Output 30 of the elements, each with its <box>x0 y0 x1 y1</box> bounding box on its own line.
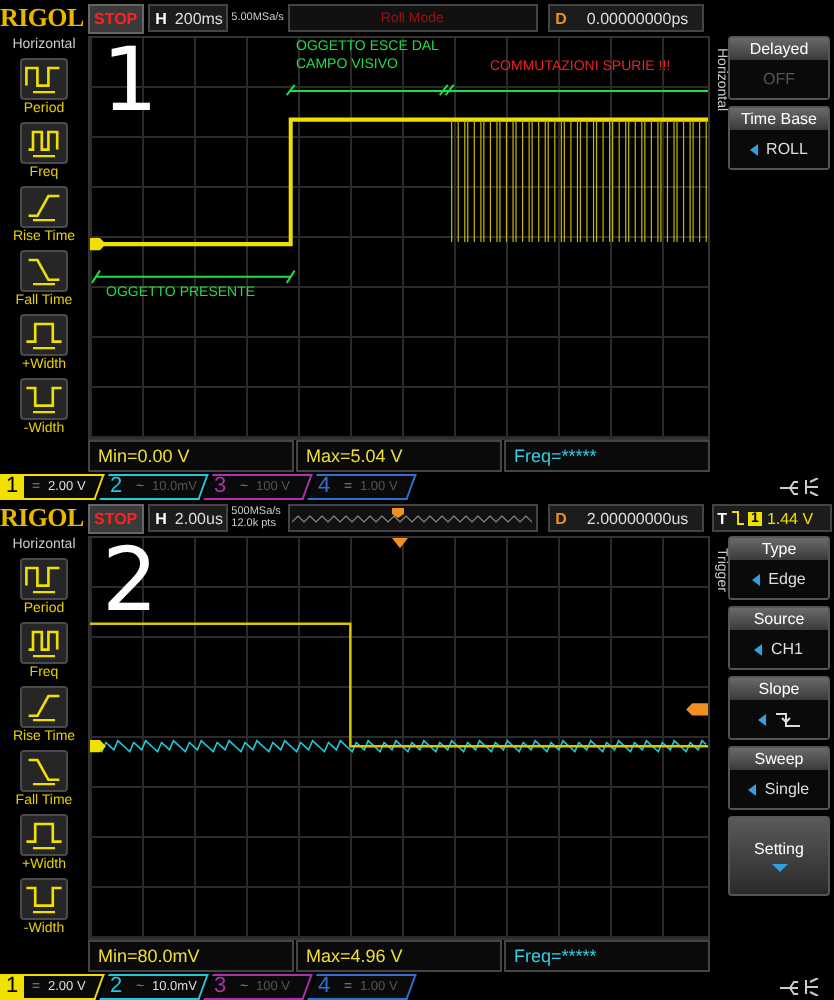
channel-number: 3 <box>212 973 229 999</box>
measurement-readout: Max=5.04 V <box>296 440 502 472</box>
measurement-readout: Min=80.0mV <box>88 940 294 972</box>
brand-logo: RIGOL <box>0 502 84 534</box>
timebase-display: H 2.00us <box>147 504 228 532</box>
channel-number: 4 <box>316 973 333 999</box>
menu-option-button[interactable]: Slope <box>728 676 830 740</box>
menu-option-button[interactable]: Setting <box>728 816 830 896</box>
channel-number: 2 <box>108 473 125 499</box>
measurement-readout: Freq=***** <box>504 940 710 972</box>
handwritten-number: 2 <box>102 538 158 636</box>
channel-number: 2 <box>108 973 125 999</box>
channel-number: 3 <box>212 473 229 499</box>
brand-logo: RIGOL <box>0 2 84 34</box>
run-state-label: STOP <box>88 503 144 533</box>
delay-display: D 0.00000000ps <box>547 4 704 32</box>
delay-display: D 2.00000000us <box>547 504 704 532</box>
channel-number: 1 <box>0 473 25 499</box>
handwritten-number: 1 <box>102 38 158 136</box>
measurement-readout: Max=4.96 V <box>296 940 502 972</box>
channel-number: 1 <box>0 973 25 999</box>
run-state-label: STOP <box>88 3 144 33</box>
menu-option-button[interactable]: Source CH1 <box>728 606 830 670</box>
measurement-readout: Min=0.00 V <box>88 440 294 472</box>
menu-option-button[interactable]: Type Edge <box>728 536 830 600</box>
channel-number: 4 <box>316 473 333 499</box>
menu-option-button[interactable]: Sweep Single <box>728 746 830 810</box>
timebase-display: H 200ms <box>147 4 228 32</box>
menu-option-button[interactable]: Time Base ROLL <box>728 106 830 170</box>
measurement-readout: Freq=***** <box>504 440 710 472</box>
